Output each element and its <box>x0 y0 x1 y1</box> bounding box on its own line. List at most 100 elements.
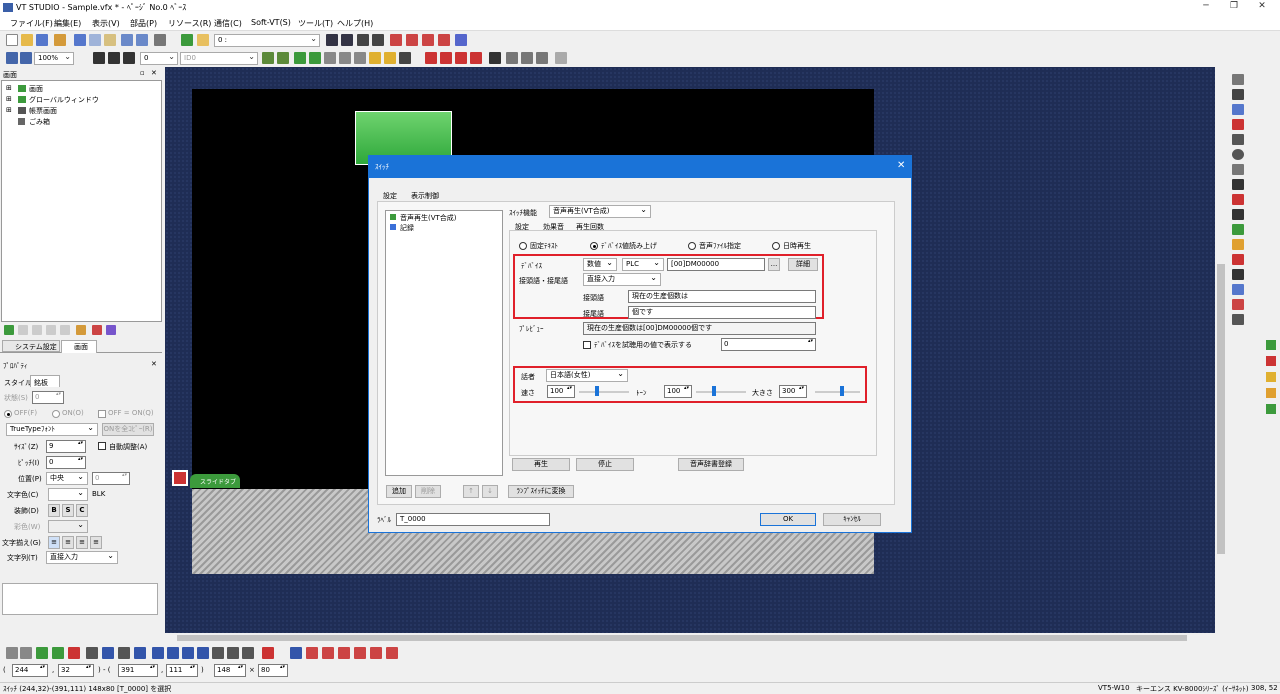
tool-icon-7[interactable] <box>354 52 366 64</box>
bottom-tool-22[interactable] <box>370 647 382 659</box>
cancel-button[interactable]: ｷｬﾝｾﾙ <box>823 513 881 526</box>
edit-icon[interactable] <box>181 34 193 46</box>
vertical-scrollbar[interactable] <box>1215 67 1227 633</box>
menu-resource[interactable]: リソース(R) <box>168 18 211 29</box>
prefix-input[interactable]: 現在の生産個数は <box>628 290 816 303</box>
minimize-button[interactable]: ─ <box>1196 1 1216 13</box>
position-offset[interactable]: 0 <box>92 472 130 485</box>
screen-icon-4[interactable] <box>438 34 450 46</box>
bottom-tool-11[interactable] <box>182 647 194 659</box>
panel-pin-icon[interactable]: ▫ <box>140 69 145 77</box>
align-justify-icon[interactable]: ≡ <box>90 536 102 549</box>
tree-item[interactable]: 帳票画面 <box>29 106 57 116</box>
subtab-sound-effect[interactable]: 効果音 <box>543 222 564 232</box>
state-input[interactable]: 0 <box>32 391 64 404</box>
mini-icon-8[interactable] <box>106 325 116 335</box>
font-select[interactable]: TrueTypeﾌｫﾝﾄ <box>6 422 98 436</box>
tool-icon-4[interactable] <box>309 52 321 64</box>
tool-table-icon[interactable] <box>1232 269 1244 280</box>
text-row-select[interactable]: 直接入力 <box>46 550 118 564</box>
bottom-tool-15[interactable] <box>242 647 254 659</box>
tool-icon-12[interactable] <box>440 52 452 64</box>
tool-rect-icon[interactable] <box>1232 134 1244 145</box>
tone-slider[interactable] <box>696 391 746 393</box>
mini-icon-5[interactable] <box>60 325 70 335</box>
on-copy-button[interactable]: ONを全ｺﾋﾟｰ(R) <box>102 423 154 436</box>
mini-icon-4[interactable] <box>46 325 56 335</box>
position-select[interactable]: 中央 <box>46 471 88 485</box>
copy-icon[interactable] <box>89 34 101 46</box>
tree-item[interactable]: ごみ箱 <box>29 117 50 127</box>
close-button[interactable]: ✕ <box>1252 1 1272 13</box>
bottom-tool-2[interactable] <box>20 647 32 659</box>
volume-input[interactable]: 300 <box>779 385 807 398</box>
bottom-tool-23[interactable] <box>386 647 398 659</box>
page-select[interactable]: 0 : <box>214 33 320 47</box>
tool-icon-17[interactable] <box>536 52 548 64</box>
tool-alarm-icon[interactable] <box>1232 254 1244 265</box>
auto-adjust-check[interactable] <box>98 442 106 450</box>
align-icon-1[interactable] <box>93 52 105 64</box>
bottom-tool-18[interactable] <box>306 647 318 659</box>
zoom-out-icon[interactable] <box>20 52 32 64</box>
tool-arc-icon[interactable] <box>1232 164 1244 175</box>
color-tool-5[interactable] <box>1266 404 1276 414</box>
subtab-settings[interactable]: 設定 <box>515 222 529 232</box>
detail-button[interactable]: 詳細 <box>788 258 818 271</box>
grid-icon[interactable] <box>197 34 209 46</box>
value-select[interactable]: 0 <box>140 51 178 65</box>
arrow-down-icon[interactable] <box>326 34 338 46</box>
trial-value-check[interactable] <box>583 341 591 349</box>
mini-icon-7[interactable] <box>92 325 102 335</box>
arrow-up-icon[interactable] <box>341 34 353 46</box>
tool-circle-icon[interactable] <box>1232 149 1244 160</box>
bottom-tool-21[interactable] <box>354 647 366 659</box>
subtab-play-count[interactable]: 再生回数 <box>576 222 604 232</box>
bottom-tool-14[interactable] <box>227 647 239 659</box>
align-center-icon[interactable]: ≡ <box>62 536 74 549</box>
x1-input[interactable]: 244 <box>12 664 48 677</box>
down-button[interactable]: ↓ <box>482 485 498 498</box>
ok-button[interactable]: OK <box>760 513 816 526</box>
text-entry-area[interactable] <box>2 583 158 615</box>
radio-off[interactable] <box>4 410 12 418</box>
color-tool-1[interactable] <box>1266 340 1276 350</box>
y2-input[interactable]: 111 <box>166 664 198 677</box>
tool-icon-3[interactable] <box>294 52 306 64</box>
menu-parts[interactable]: 部品(P) <box>130 18 157 29</box>
bottom-tool-4[interactable] <box>52 647 64 659</box>
monitor-icon[interactable] <box>489 52 501 64</box>
horizontal-scroll-thumb[interactable] <box>177 635 1187 641</box>
bottom-tool-19[interactable] <box>322 647 334 659</box>
tool-icon-2[interactable] <box>277 52 289 64</box>
align-right-icon[interactable]: ≡ <box>76 536 88 549</box>
bottom-tool-13[interactable] <box>212 647 224 659</box>
tone-input[interactable]: 100 <box>664 385 692 398</box>
tool-icon-6[interactable] <box>339 52 351 64</box>
tab-nameplate[interactable]: 銘板 <box>30 375 60 387</box>
bottom-delete-icon[interactable] <box>68 647 80 659</box>
width-input[interactable]: 148 <box>214 664 246 677</box>
tool-icon-8[interactable] <box>369 52 381 64</box>
outline-button[interactable]: C <box>76 504 88 517</box>
tool-meter-icon[interactable] <box>1232 209 1244 220</box>
size-input[interactable]: 9 <box>46 440 86 453</box>
bottom-tool-17[interactable] <box>290 647 302 659</box>
new-icon[interactable] <box>6 34 18 46</box>
speed-slider[interactable] <box>579 391 629 393</box>
id-select[interactable]: ID0 <box>180 51 258 65</box>
mini-icon-3[interactable] <box>32 325 42 335</box>
radio-sound-file[interactable] <box>688 242 696 250</box>
radio-on[interactable] <box>52 410 60 418</box>
up-button[interactable]: ↑ <box>463 485 479 498</box>
device-plc-select[interactable]: PLC <box>622 257 664 271</box>
property-close-icon[interactable]: ✕ <box>151 360 157 368</box>
arrow-right-icon[interactable] <box>357 34 369 46</box>
radio-datetime[interactable] <box>772 242 780 250</box>
vertical-scroll-thumb[interactable] <box>1217 264 1225 554</box>
tool-pie-icon[interactable] <box>1232 299 1244 310</box>
layers-icon[interactable] <box>455 34 467 46</box>
tool-lamp-icon[interactable] <box>1232 119 1244 130</box>
dialog-tab-settings[interactable]: 設定 <box>383 191 397 201</box>
tone-slider-thumb[interactable] <box>711 386 716 396</box>
